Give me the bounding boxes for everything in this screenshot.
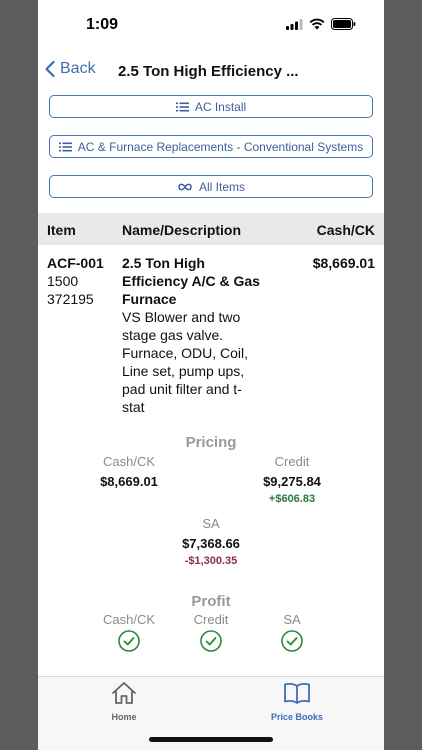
- filter-label: AC & Furnace Replacements - Conventional…: [77, 139, 364, 154]
- header-name: Name/Description: [122, 222, 242, 238]
- filter-label: All Items: [198, 179, 245, 194]
- filter-ac-install-button[interactable]: AC Install: [49, 95, 373, 118]
- item-desc-line: Furnace, ODU, Coil,: [122, 345, 249, 361]
- item-desc-line: VS Blower and two: [122, 309, 241, 325]
- item-name-line: Efficiency A/C & Gas: [122, 273, 260, 289]
- pricing-cash-value: $8,669.01: [100, 474, 158, 489]
- pricing-sa-delta: -$1,300.35: [184, 555, 238, 567]
- table-header: Item Name/Description Cash/CK: [38, 213, 384, 245]
- list-icon: [58, 142, 72, 151]
- filter-ac-furnace-button[interactable]: AC & Furnace Replacements - Conventional…: [49, 135, 373, 158]
- item-code-2: 1500: [47, 273, 79, 289]
- pricing-title: Pricing: [185, 434, 237, 451]
- item-desc-line: pad unit filter and t-: [122, 381, 242, 397]
- pricing-cash-label: Cash/CK: [102, 454, 156, 469]
- item-desc-line: stage gas valve.: [122, 327, 224, 343]
- list-icon: [175, 102, 189, 111]
- item-cash-price: $8,669.01: [312, 255, 375, 271]
- header-cash: Cash/CK: [316, 222, 375, 238]
- chevron-left-icon: [45, 60, 55, 78]
- home-icon: [112, 682, 136, 704]
- item-code: ACF-001: [47, 255, 104, 271]
- check-circle-icon: [200, 630, 222, 652]
- tab-home[interactable]: Home: [84, 681, 164, 722]
- page-title: 2.5 Ton High Efficiency ...: [118, 63, 299, 80]
- pricing-sa-label: SA: [202, 516, 220, 531]
- pricing-sa-value: $7,368.66: [182, 536, 240, 551]
- signal-icon: [286, 18, 303, 30]
- phone-screen: 1:09 Back 2.5 Ton High Efficiency ... AC…: [38, 0, 384, 750]
- status-time: 1:09: [86, 16, 119, 33]
- nav-bar: Back 2.5 Ton High Efficiency ...: [38, 52, 384, 92]
- pricing-credit-value: $9,275.84: [263, 474, 321, 489]
- header-item: Item: [47, 222, 76, 238]
- item-code-3: 372195: [47, 291, 94, 307]
- tab-home-label: Home: [111, 712, 137, 722]
- filter-label: AC Install: [194, 99, 247, 114]
- item-desc-line: stat: [122, 399, 145, 415]
- status-bar: 1:09: [38, 0, 384, 50]
- pricing-credit-label: Credit: [274, 454, 310, 469]
- status-icons: [286, 18, 356, 30]
- filter-all-items-button[interactable]: All Items: [49, 175, 373, 198]
- check-circle-icon: [281, 630, 303, 652]
- home-indicator: [149, 737, 273, 742]
- back-label: Back: [60, 60, 96, 77]
- wifi-icon: [309, 18, 325, 30]
- tab-price-books[interactable]: Price Books: [257, 681, 337, 722]
- check-circle-icon: [118, 630, 140, 652]
- item-desc-line: Line set, pump ups,: [122, 363, 245, 379]
- tab-price-books-label: Price Books: [270, 712, 324, 722]
- profit-title: Profit: [191, 593, 231, 610]
- battery-icon: [331, 18, 356, 30]
- item-name-line: Furnace: [122, 291, 177, 307]
- back-button[interactable]: Back: [44, 60, 96, 78]
- pricing-credit-delta: +$606.83: [268, 493, 316, 505]
- book-icon: [284, 682, 310, 704]
- infinity-icon: [178, 183, 192, 190]
- item-name-line: 2.5 Ton High: [122, 255, 205, 271]
- profit-sa-label: SA: [283, 612, 301, 627]
